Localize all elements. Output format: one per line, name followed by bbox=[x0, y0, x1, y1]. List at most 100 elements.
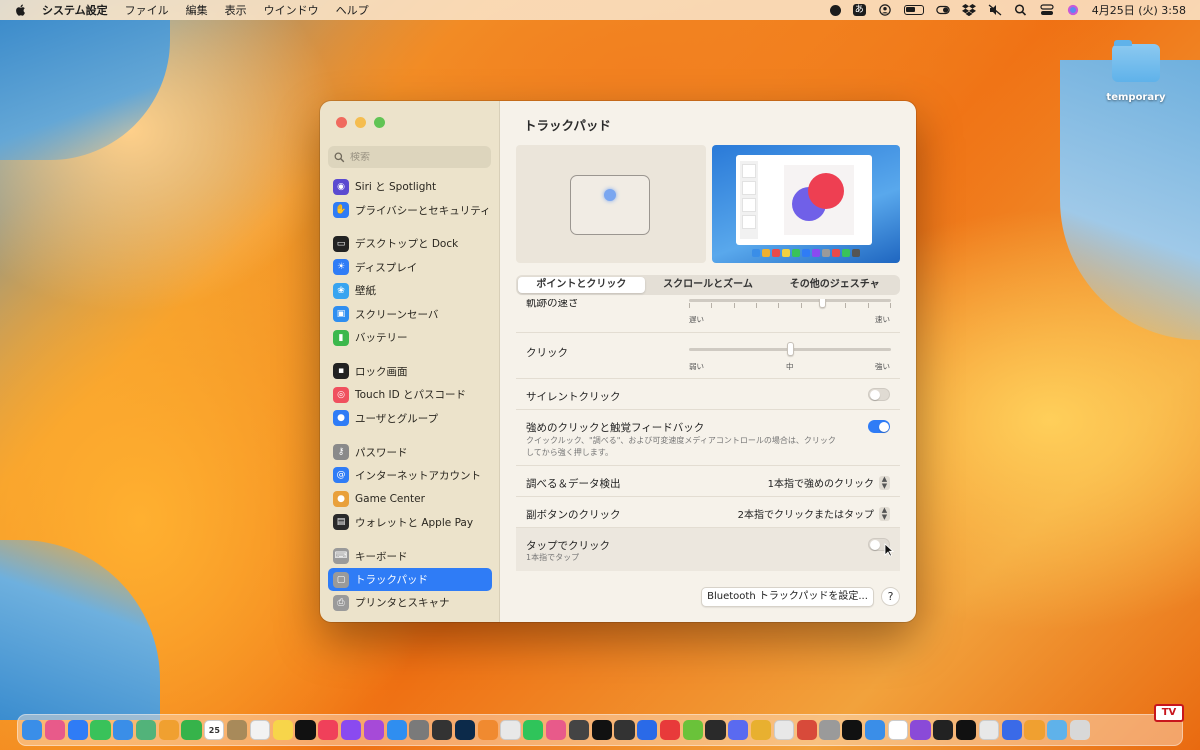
search-input[interactable] bbox=[350, 151, 480, 163]
dock-messenger-icon[interactable] bbox=[728, 719, 749, 741]
dock-capcut-icon[interactable] bbox=[956, 719, 977, 741]
zoom-button[interactable] bbox=[374, 117, 385, 128]
dock-pigeon-icon[interactable] bbox=[500, 719, 521, 741]
help-button[interactable]: ? bbox=[881, 587, 900, 606]
dock-finder-icon[interactable] bbox=[22, 719, 43, 741]
dock-facetime-icon[interactable] bbox=[181, 719, 202, 741]
lookup-popup[interactable]: 1本指で強めのクリック ▲ ▼ bbox=[768, 475, 890, 490]
bluetooth-trackpad-setup-button[interactable]: Bluetooth トラックパッドを設定... bbox=[701, 587, 874, 607]
tab-scroll-and-zoom[interactable]: スクロールとズーム bbox=[645, 277, 772, 293]
sidebar-item-flower[interactable]: ❀ 壁紙 bbox=[328, 279, 492, 302]
secondary-click-popup[interactable]: 2本指でクリックまたはタップ ▲ ▼ bbox=[738, 506, 890, 521]
sidebar-item-hand[interactable]: ✋ プライバシーとセキュリティ bbox=[328, 198, 492, 221]
sidebar-item-lock[interactable]: ▪ ロック画面 bbox=[328, 360, 492, 383]
control-center-icon[interactable] bbox=[1040, 4, 1054, 16]
apple-menu-icon[interactable] bbox=[14, 3, 28, 17]
dock-sketch-icon[interactable] bbox=[637, 719, 658, 741]
dock-megaphone-icon[interactable] bbox=[659, 719, 681, 741]
dock-safari-icon[interactable] bbox=[67, 719, 88, 741]
dock-typing-icon[interactable] bbox=[591, 719, 612, 741]
clock-datetime[interactable]: 4月25日 (火) 3:58 bbox=[1092, 2, 1186, 18]
sidebar-item-screensaver[interactable]: ▣ スクリーンセーバ bbox=[328, 302, 492, 325]
close-button[interactable] bbox=[336, 117, 347, 128]
dock-waves-icon[interactable] bbox=[933, 719, 954, 741]
sidebar-item-at[interactable]: @ インターネットアカウント bbox=[328, 464, 492, 487]
dock-claquette-icon[interactable] bbox=[432, 719, 453, 741]
sidebar-item-users[interactable]: ● ユーザとグループ bbox=[328, 407, 492, 430]
dropbox-icon[interactable] bbox=[961, 4, 976, 16]
menu-view[interactable]: 表示 bbox=[225, 2, 247, 18]
sidebar-item-desktop[interactable]: ▭ デスクトップと Dock bbox=[328, 232, 492, 255]
dock-itunes-purple-icon[interactable] bbox=[910, 719, 931, 741]
minimize-button[interactable] bbox=[355, 117, 366, 128]
siri-icon[interactable] bbox=[1066, 4, 1080, 16]
sidebar-item-game-center[interactable]: ● Game Center bbox=[328, 487, 492, 510]
dock-green-app-icon[interactable] bbox=[682, 719, 703, 741]
dock-calendar-icon[interactable]: 25 bbox=[204, 719, 225, 741]
dock-maps-icon[interactable] bbox=[135, 719, 157, 741]
sidebar-item-sun[interactable]: ☀ ディスプレイ bbox=[328, 256, 492, 279]
dock-trash-icon[interactable] bbox=[1069, 719, 1091, 741]
tracking-speed-slider[interactable] bbox=[689, 299, 891, 302]
dock-photos-icon[interactable] bbox=[158, 719, 179, 741]
dock-reminders-icon[interactable] bbox=[249, 719, 270, 741]
battery-icon[interactable] bbox=[903, 5, 924, 15]
dock-tv-icon[interactable] bbox=[295, 719, 316, 741]
menu-app-name[interactable]: システム設定 bbox=[42, 2, 108, 18]
click-knob[interactable] bbox=[786, 342, 794, 356]
dock-notebook-icon[interactable] bbox=[705, 719, 726, 741]
dock-line-icon[interactable] bbox=[523, 719, 544, 741]
desktop-folder[interactable]: temporary bbox=[1106, 40, 1166, 103]
dock-app-store-icon[interactable] bbox=[386, 719, 407, 741]
dock-gear-app-icon[interactable] bbox=[819, 719, 840, 741]
tab-more-gestures[interactable]: その他のジェスチャ bbox=[771, 277, 898, 293]
user-icon[interactable] bbox=[878, 4, 892, 16]
dock-chrome-icon[interactable] bbox=[773, 719, 794, 741]
dock-keyboard-app-icon[interactable] bbox=[614, 719, 635, 741]
silent-click-toggle[interactable] bbox=[868, 388, 890, 401]
dock-face-app-icon[interactable] bbox=[751, 719, 772, 741]
sidebar-item-trackpad[interactable]: ▢ トラックパッド bbox=[328, 567, 492, 592]
sidebar-item-battery[interactable]: ▮ バッテリー bbox=[328, 326, 492, 349]
dock-settings-icon[interactable] bbox=[409, 719, 430, 741]
dock-firefox-icon[interactable] bbox=[1001, 719, 1022, 741]
search-icon[interactable] bbox=[1014, 4, 1028, 16]
dock-notes-brown-icon[interactable] bbox=[227, 719, 248, 741]
dock-mirror-icon[interactable] bbox=[796, 719, 817, 741]
dock-google-icon[interactable] bbox=[887, 719, 908, 741]
sidebar-item-printer[interactable]: ⎙ プリンタとスキャナ bbox=[328, 591, 492, 614]
sidebar-item-fingerprint[interactable]: ◎ Touch ID とパスコード bbox=[328, 383, 492, 406]
dock-tableplus-icon[interactable] bbox=[978, 719, 999, 741]
dock-itunes-star-icon[interactable] bbox=[340, 719, 362, 741]
sidebar-item-key[interactable]: ⚷ パスワード bbox=[328, 440, 492, 463]
record-icon[interactable] bbox=[829, 4, 841, 16]
sidebar-item-siri[interactable]: ◉ Siri と Spotlight bbox=[328, 175, 492, 198]
menu-file[interactable]: ファイル bbox=[125, 2, 169, 18]
tracking-speed-knob[interactable] bbox=[818, 299, 826, 308]
menu-edit[interactable]: 編集 bbox=[186, 2, 208, 18]
dock-star-app-icon[interactable] bbox=[1024, 719, 1045, 741]
sidebar-item-wallet[interactable]: ▤ ウォレットと Apple Pay bbox=[328, 511, 492, 534]
dock-preview-icon[interactable] bbox=[864, 719, 886, 741]
menu-window[interactable]: ウインドウ bbox=[264, 2, 319, 18]
tab-point-and-click[interactable]: ポイントとクリック bbox=[518, 277, 645, 293]
dock-mail-icon[interactable] bbox=[113, 719, 134, 741]
dock-photoshop-icon[interactable] bbox=[454, 719, 476, 741]
dock-music-icon[interactable] bbox=[318, 719, 339, 741]
dock-messages-icon[interactable] bbox=[90, 719, 111, 741]
dock-obs-icon[interactable] bbox=[568, 719, 589, 741]
mute-icon[interactable] bbox=[988, 4, 1002, 16]
dock-screens-icon[interactable] bbox=[545, 719, 567, 741]
input-method-icon[interactable]: あ bbox=[852, 4, 866, 16]
dock-grapher-icon[interactable] bbox=[842, 719, 863, 741]
sidebar-item-keyboard[interactable]: ⌨ キーボード bbox=[328, 544, 492, 567]
toggle-icon[interactable] bbox=[935, 4, 950, 16]
dock-pages-icon[interactable] bbox=[477, 719, 498, 741]
dock-podcasts-icon[interactable] bbox=[363, 719, 384, 741]
force-click-toggle[interactable] bbox=[868, 420, 890, 433]
dock-folder-icon[interactable] bbox=[1047, 719, 1068, 741]
menu-help[interactable]: ヘルプ bbox=[336, 2, 369, 18]
dock-launchpad-icon[interactable] bbox=[44, 719, 65, 741]
dock-notes-icon[interactable] bbox=[272, 719, 293, 741]
search-field[interactable] bbox=[328, 146, 491, 168]
